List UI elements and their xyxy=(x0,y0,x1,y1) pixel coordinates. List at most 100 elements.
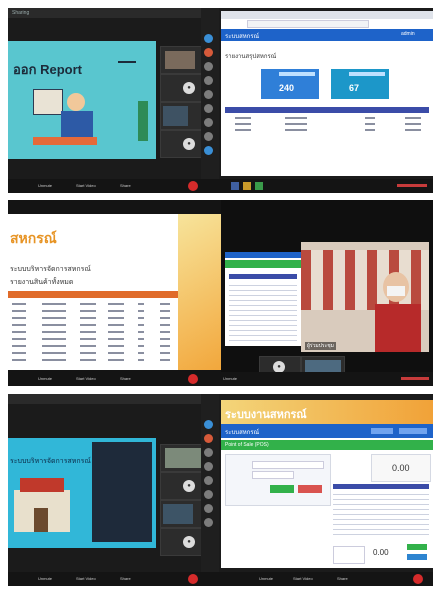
table-row xyxy=(8,357,178,362)
participant-icon[interactable] xyxy=(204,462,213,471)
table-header xyxy=(229,274,297,279)
mute-button[interactable]: Unmute xyxy=(38,182,52,190)
zoom-window-bottom-left: ระบบบริหารจัดการสหกรณ์ ● ● Unmute Start … xyxy=(8,394,221,586)
share-button[interactable]: Share xyxy=(120,575,131,583)
avatar: ● xyxy=(183,480,195,492)
mute-button[interactable]: Unmute xyxy=(38,575,52,583)
shared-slide: สหกรณ์ ระบบบริหารจัดการสหกรณ์ รายงานสินค… xyxy=(8,214,221,370)
slide-accent-shape xyxy=(178,214,221,370)
shared-app-thumbnail[interactable] xyxy=(225,252,301,346)
summary-card[interactable]: 67 xyxy=(331,69,389,99)
app-header xyxy=(225,252,301,258)
card-value: 67 xyxy=(349,83,360,93)
end-call-button[interactable] xyxy=(188,574,198,584)
user-menu[interactable] xyxy=(371,428,393,434)
shared-slide: ออก Report xyxy=(8,41,156,159)
slide-banner: ระบบงานสหกรณ์ xyxy=(221,400,433,424)
card-label-bar xyxy=(349,72,385,76)
end-call-button[interactable] xyxy=(188,374,198,384)
participant-icon[interactable] xyxy=(204,132,213,141)
participant-icon[interactable] xyxy=(204,420,213,429)
clear-button[interactable] xyxy=(298,485,322,493)
quantity-input[interactable] xyxy=(252,471,294,479)
participant-icon[interactable] xyxy=(204,62,213,71)
user-name[interactable]: admin xyxy=(401,31,415,37)
participant-icon[interactable] xyxy=(204,34,213,43)
participant-icon[interactable] xyxy=(204,118,213,127)
video-button[interactable]: Start Video xyxy=(76,575,96,583)
browser-tabs xyxy=(221,11,433,19)
meeting-toolbar: Unmute Start Video Share xyxy=(8,572,221,586)
table-header xyxy=(8,291,178,298)
payment-section: 0.00 xyxy=(333,542,429,566)
zoom-window-top-left: Sharing ออก Report ● ● Unmute Start Vide… xyxy=(8,8,221,193)
pay-button[interactable] xyxy=(407,544,427,550)
table-row xyxy=(8,322,178,327)
meeting-toolbar: Unmute xyxy=(221,372,433,386)
share-button[interactable]: Share xyxy=(120,375,131,383)
video-button[interactable]: Start Video xyxy=(76,375,96,383)
mute-button[interactable]: Unmute xyxy=(259,575,273,583)
slide-heading: ระบบบริหารจัดการสหกรณ์ xyxy=(10,266,91,273)
print-button[interactable] xyxy=(407,554,427,560)
participant-icon[interactable] xyxy=(204,76,213,85)
arrow-icon xyxy=(118,61,136,63)
end-call-button[interactable] xyxy=(413,574,423,584)
cash-input[interactable] xyxy=(333,546,365,564)
mute-button[interactable]: Unmute xyxy=(38,375,52,383)
participant-icon[interactable] xyxy=(204,146,213,155)
table-row xyxy=(8,336,178,341)
card-value: 240 xyxy=(279,83,295,93)
total-amount: 0.00 xyxy=(392,463,410,473)
end-call-button[interactable] xyxy=(188,181,198,191)
illustration-plant xyxy=(138,101,148,141)
table-row[interactable] xyxy=(225,115,429,120)
presenter-camera[interactable]: ผู้ร่วมประชุม xyxy=(301,242,429,352)
table-row[interactable] xyxy=(225,121,429,126)
address-bar[interactable] xyxy=(247,20,369,28)
logout-button[interactable] xyxy=(399,428,427,434)
participant-icon[interactable] xyxy=(204,48,213,57)
change-amount: 0.00 xyxy=(373,548,389,557)
face-mask xyxy=(387,286,405,296)
app-header: ระบบสหกรณ์ xyxy=(221,424,433,438)
avatar: ● xyxy=(183,138,195,150)
taskbar-icon[interactable] xyxy=(255,182,263,190)
participant-icon[interactable] xyxy=(204,448,213,457)
banner-title: ระบบงานสหกรณ์ xyxy=(225,409,307,421)
illustration-person-desk xyxy=(33,89,103,147)
meeting-toolbar: Unmute Start Video Share xyxy=(8,372,221,386)
zoom-window-middle-right: ผู้ร่วมประชุม ● Unmute xyxy=(221,200,433,386)
app-title: ระบบสหกรณ์ xyxy=(225,34,260,40)
summary-card[interactable]: 240 xyxy=(261,69,319,99)
share-button[interactable]: Share xyxy=(120,182,131,190)
participant-icon[interactable] xyxy=(204,434,213,443)
browser-window: ระบบสหกรณ์ admin รายงานสรุปสหกรณ์ 240 67 xyxy=(221,11,433,176)
participant-icon[interactable] xyxy=(204,476,213,485)
meeting-sidebar xyxy=(201,394,219,586)
meeting-toolbar: Unmute Start Video Share xyxy=(201,572,433,586)
window-title-bar: Sharing xyxy=(8,8,221,18)
meeting-toolbar: Unmute Start Video Share xyxy=(8,179,221,193)
share-button[interactable]: Share xyxy=(337,575,348,583)
table-row xyxy=(8,301,178,306)
table-row xyxy=(8,343,178,348)
table-row[interactable] xyxy=(225,127,429,132)
video-button[interactable]: Start Video xyxy=(76,182,96,190)
taskbar-icon[interactable] xyxy=(243,182,251,190)
taskbar-icon[interactable] xyxy=(231,182,239,190)
participant-icon[interactable] xyxy=(204,518,213,527)
participant-icon[interactable] xyxy=(204,104,213,113)
table-row xyxy=(8,308,178,313)
video-button[interactable]: Start Video xyxy=(293,575,313,583)
barcode-input[interactable] xyxy=(252,461,324,469)
participant-icon[interactable] xyxy=(204,504,213,513)
window-title-bar xyxy=(8,394,221,404)
participant-caption: ผู้ร่วมประชุม xyxy=(305,342,336,350)
slide-title: ระบบบริหารจัดการสหกรณ์ xyxy=(10,458,91,465)
add-item-button[interactable] xyxy=(270,485,294,493)
mute-button[interactable]: Unmute xyxy=(223,375,237,383)
participant-icon[interactable] xyxy=(204,90,213,99)
participant-icon[interactable] xyxy=(204,490,213,499)
green-panel xyxy=(225,260,301,268)
